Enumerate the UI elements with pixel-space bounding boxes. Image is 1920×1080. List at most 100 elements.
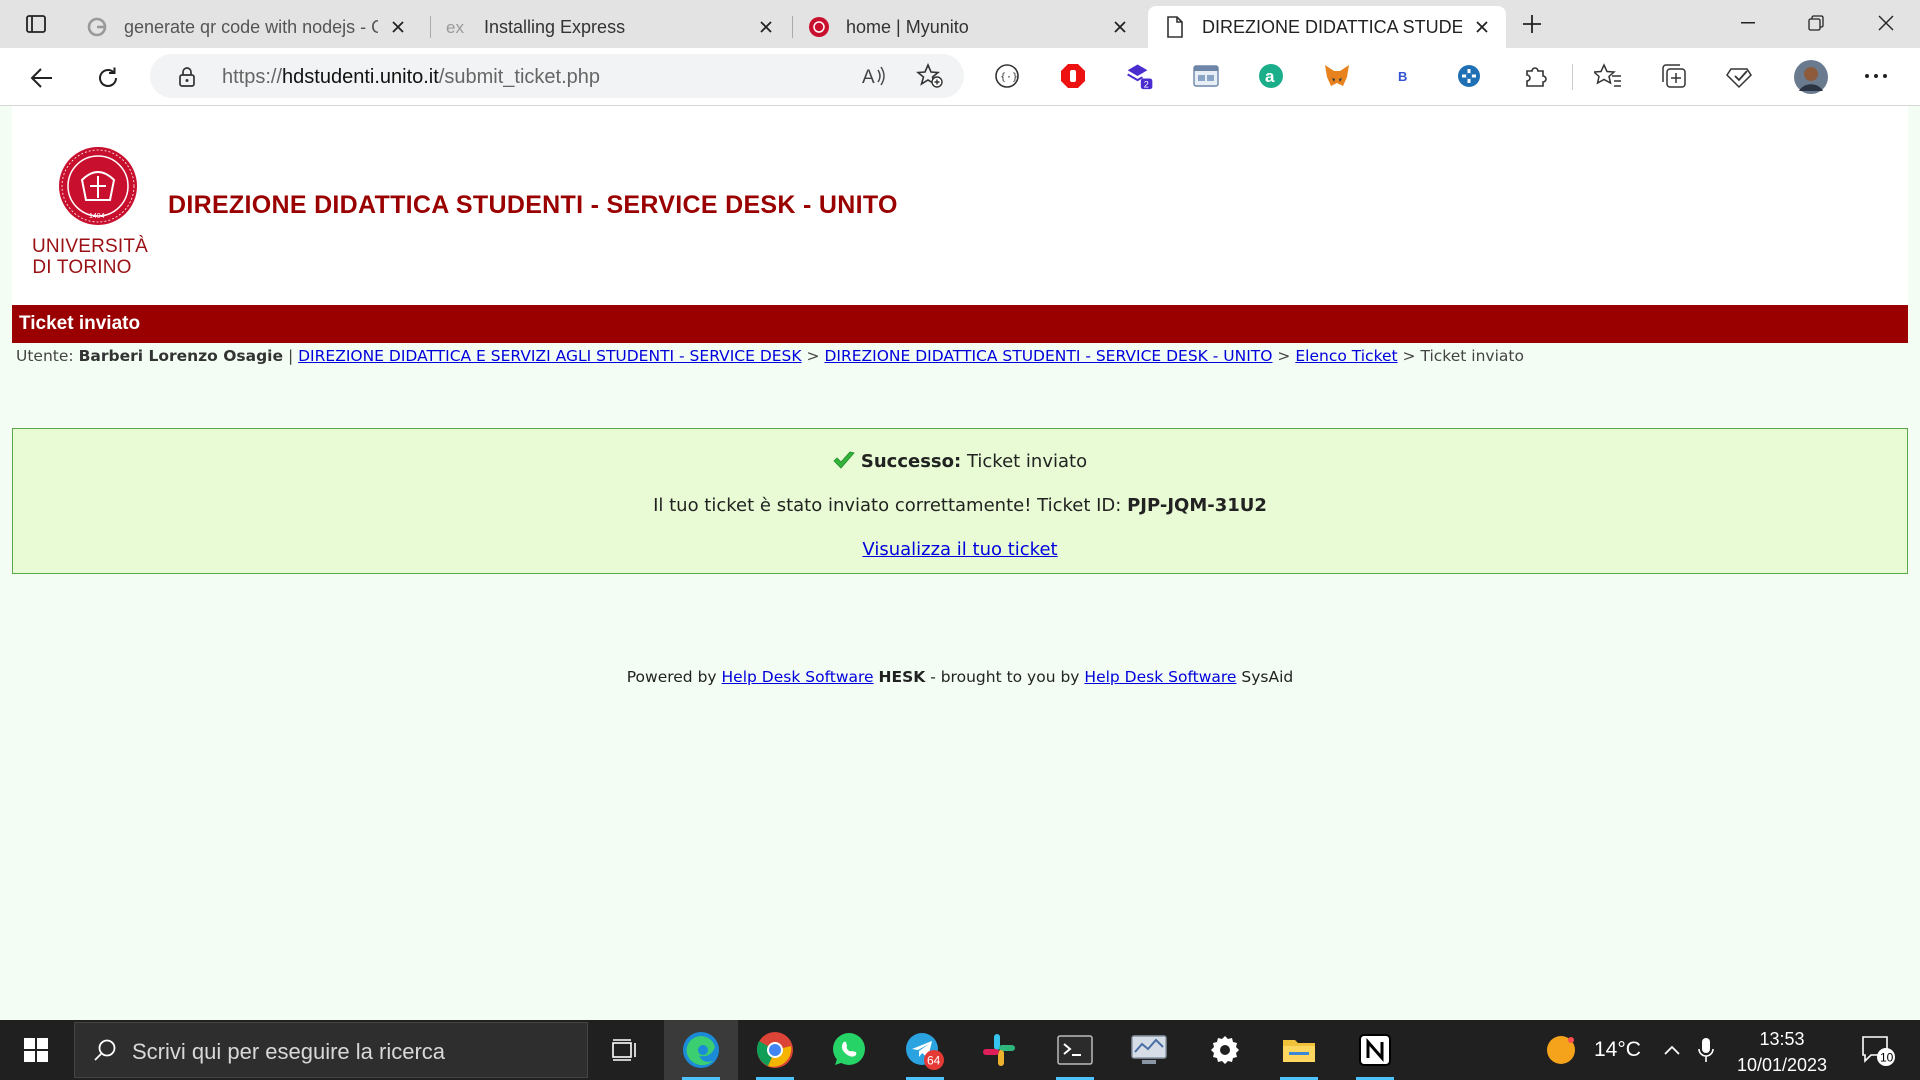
new-tab-button[interactable] — [1514, 7, 1550, 41]
ticket-id: PJP-JQM-31U2 — [1127, 495, 1267, 516]
svg-text:B: B — [1398, 69, 1407, 84]
search-icon — [93, 1038, 117, 1062]
tab-title: generate qr code with nodejs - G — [124, 16, 378, 37]
add-favorite-icon[interactable] — [916, 63, 944, 89]
footer-sysaid: SysAid — [1241, 668, 1294, 686]
close-tab-icon[interactable] — [756, 17, 776, 37]
notification-center-button[interactable]: 10 — [1848, 1020, 1908, 1080]
tab-google-search[interactable]: generate qr code with nodejs - G — [70, 6, 422, 48]
breadcrumb-arrow: > — [1402, 347, 1416, 365]
tab-installing-express[interactable]: ex Installing Express — [430, 6, 790, 48]
university-seal-icon: 1404 — [59, 147, 137, 225]
start-button[interactable] — [0, 1020, 72, 1080]
breadcrumb-arrow: > — [806, 347, 820, 365]
site-header: 1404 UNIVERSITÀ DI TORINO DIREZIONE DIDA… — [12, 106, 1908, 305]
taskbar-chrome[interactable] — [738, 1020, 812, 1080]
breadcrumb-current: Ticket inviato — [1420, 347, 1524, 365]
breadcrumb: Utente: Barberi Lorenzo Osagie | DIREZIO… — [16, 346, 1524, 366]
tab-direzione-didattica[interactable]: DIREZIONE DIDATTICA STUDENT — [1148, 6, 1506, 48]
search-placeholder: Scrivi qui per eseguire la ricerca — [132, 1039, 446, 1064]
monitor-app-icon — [1131, 1035, 1167, 1064]
close-tab-icon[interactable] — [1472, 17, 1492, 37]
extension-a-icon[interactable]: a — [1257, 62, 1285, 90]
extension-brackets-icon[interactable]: {·} — [993, 62, 1021, 90]
weather-widget[interactable] — [1526, 1020, 1596, 1080]
page-icon — [1164, 16, 1186, 38]
clock-date: 10/01/2023 — [1736, 1055, 1828, 1075]
show-hidden-icons-button[interactable] — [1654, 1020, 1690, 1080]
metamask-icon[interactable] — [1323, 62, 1351, 90]
browser-window: generate qr code with nodejs - G ex Inst… — [0, 0, 1920, 106]
footer-hesk: HESK — [878, 668, 926, 686]
edge-icon — [683, 1032, 719, 1068]
extension-window-icon[interactable] — [1192, 62, 1220, 90]
terminal-icon — [1057, 1035, 1093, 1065]
profile-avatar[interactable] — [1794, 60, 1828, 94]
performance-icon[interactable] — [1726, 62, 1754, 90]
logo-text-line2: DI TORINO — [32, 257, 132, 278]
lock-icon[interactable] — [178, 66, 196, 88]
weather-temperature[interactable]: 14°C — [1594, 1038, 1641, 1062]
footer-powered-by: Powered by — [626, 668, 717, 686]
express-icon: ex — [446, 16, 468, 38]
address-bar[interactable]: https://hdstudenti.unito.it/submit_ticke… — [150, 54, 964, 98]
microphone-icon — [1698, 1038, 1714, 1062]
taskbar-slack[interactable] — [962, 1020, 1036, 1080]
task-view-button[interactable] — [588, 1020, 662, 1080]
taskbar-notion[interactable] — [1338, 1020, 1412, 1080]
task-view-icon — [612, 1039, 636, 1061]
success-heading: Successo: Ticket inviato — [13, 449, 1907, 475]
restore-button[interactable] — [1782, 0, 1850, 46]
taskbar-monitor-app[interactable] — [1112, 1020, 1186, 1080]
adblock-icon[interactable] — [1059, 62, 1087, 90]
taskbar-whatsapp[interactable] — [812, 1020, 886, 1080]
view-ticket-link[interactable]: Visualizza il tuo ticket — [862, 539, 1057, 560]
success-notice: Successo: Ticket inviato Il tuo ticket è… — [12, 428, 1908, 574]
more-menu-icon[interactable] — [1862, 62, 1890, 90]
close-tab-icon[interactable] — [388, 17, 408, 37]
extension-gamepad-icon[interactable] — [1455, 62, 1483, 90]
taskbar-telegram[interactable]: 64 — [888, 1020, 962, 1080]
seal-year: 1404 — [89, 213, 105, 220]
clock-time: 13:53 — [1759, 1029, 1805, 1049]
taskbar-settings[interactable] — [1188, 1020, 1262, 1080]
page-footer: Powered by Help Desk Software HESK - bro… — [0, 668, 1920, 686]
taskbar-edge[interactable] — [664, 1020, 738, 1080]
breadcrumb-link-service-desk[interactable]: DIREZIONE DIDATTICA E SERVIZI AGLI STUDE… — [298, 347, 801, 365]
taskbar-file-explorer[interactable] — [1262, 1020, 1336, 1080]
minimize-button[interactable] — [1714, 0, 1782, 46]
refresh-button[interactable] — [90, 60, 126, 96]
whatsapp-icon — [833, 1033, 865, 1065]
telegram-icon: 64 — [906, 1033, 944, 1070]
folder-icon — [1283, 1040, 1315, 1062]
taskbar-terminal[interactable] — [1038, 1020, 1112, 1080]
tab-myunito[interactable]: home | Myunito — [792, 6, 1144, 48]
tab-strip: generate qr code with nodejs - G ex Inst… — [0, 0, 1920, 48]
user-name: Barberi Lorenzo Osagie — [78, 347, 284, 365]
svg-text:a: a — [1265, 67, 1275, 86]
back-button[interactable] — [24, 60, 60, 96]
extensions-puzzle-icon[interactable] — [1522, 62, 1550, 90]
close-tab-icon[interactable] — [1110, 17, 1130, 37]
footer-link-help-desk-software[interactable]: Help Desk Software — [722, 668, 874, 686]
breadcrumb-link-ticket-list[interactable]: Elenco Ticket — [1295, 347, 1397, 365]
microphone-tray-button[interactable] — [1690, 1020, 1722, 1080]
chevron-up-icon — [1664, 1045, 1680, 1055]
tab-actions-icon[interactable] — [18, 7, 54, 41]
taskbar-search-box[interactable]: Scrivi qui per eseguire la ricerca — [74, 1022, 588, 1078]
read-aloud-icon[interactable]: A — [862, 64, 888, 88]
footer-link-help-desk-software-2[interactable]: Help Desk Software — [1084, 668, 1236, 686]
url-text: https://hdstudenti.unito.it/submit_ticke… — [222, 66, 600, 89]
extension-b-icon[interactable]: B — [1389, 62, 1417, 90]
svg-text:A: A — [862, 67, 875, 88]
system-clock[interactable]: 13:53 10/01/2023 — [1730, 1026, 1834, 1078]
weather-sun-icon — [1547, 1036, 1575, 1064]
close-window-button[interactable] — [1852, 0, 1920, 46]
favorites-icon[interactable] — [1594, 62, 1622, 90]
success-message: Il tuo ticket è stato inviato correttame… — [13, 493, 1907, 519]
extension-stack-icon[interactable]: 2 — [1126, 62, 1154, 90]
web-page: 1404 UNIVERSITÀ DI TORINO DIREZIONE DIDA… — [0, 106, 1920, 1020]
university-logo[interactable]: 1404 UNIVERSITÀ DI TORINO — [32, 140, 148, 280]
collections-icon[interactable] — [1660, 62, 1688, 90]
breadcrumb-link-site-home[interactable]: DIREZIONE DIDATTICA STUDENTI - SERVICE D… — [824, 347, 1272, 365]
